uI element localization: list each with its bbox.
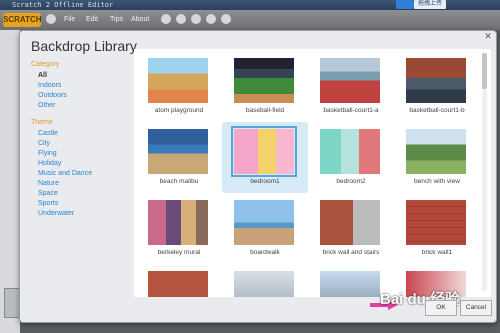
theme-holiday[interactable]: Holiday [38,160,61,167]
backdrop-thumbnail [148,58,208,103]
theme-underwater[interactable]: Underwater [38,210,74,217]
backdrop-tile[interactable]: basketball-court1-a [308,51,394,122]
help-icon[interactable] [221,14,231,24]
backdrop-thumbnail [406,200,466,245]
category-outdoors[interactable]: Outdoors [38,92,67,99]
backdrop-tile[interactable] [136,264,222,297]
backdrop-tile[interactable]: brick wall1 [394,193,480,264]
backdrop-tile[interactable]: bench with view [394,122,480,193]
backdrop-label: baseball-field [245,107,285,114]
backdrop-thumbnail [320,129,380,174]
backdrop-label: basketball-court1-a [323,107,379,114]
ok-button[interactable]: OK [425,300,457,316]
backdrop-tile[interactable]: atom playground [136,51,222,122]
menu-tips[interactable]: Tips [110,13,123,27]
backdrop-label: atom playground [154,107,204,114]
backdrop-label: beach malibu [159,178,199,185]
category-all[interactable]: All [38,72,47,79]
duplicate-icon[interactable] [161,14,171,24]
category-other[interactable]: Other [38,102,56,109]
menu-edit[interactable]: Edit [86,13,98,27]
backdrop-label: bench with view [414,178,460,185]
backdrop-label: basketball-court1-b [409,107,465,114]
category-indoors[interactable]: Indoors [38,82,61,89]
menu-about[interactable]: About [131,13,149,27]
backdrop-thumbnail [320,200,380,245]
backdrop-thumbnail [234,271,294,297]
theme-sports[interactable]: Sports [38,200,58,207]
window-titlebar: Scratch 2 Offline Editor 拖拽上传 [0,0,500,10]
backdrop-label: brick wall and stairs [322,249,380,256]
backdrop-tile[interactable]: brick wall and stairs [308,193,394,264]
close-icon[interactable]: ✕ [483,31,493,41]
backdrop-thumbnail [320,58,380,103]
backdrop-thumbnail [234,58,294,103]
backdrop-thumbnail [231,126,297,177]
shrink-icon[interactable] [206,14,216,24]
backdrop-thumbnail [406,129,466,174]
backdrop-label: berkeley mural [157,249,201,256]
backdrop-tile[interactable] [222,264,308,297]
theme-music-and-dance[interactable]: Music and Dance [38,170,92,177]
backdrop-tile[interactable]: basketball-court1-b [394,51,480,122]
backdrop-tile[interactable]: bedroom2 [308,122,394,193]
backdrop-thumbnail [406,58,466,103]
backdrop-thumbnail [320,271,380,297]
delete-icon[interactable] [176,14,186,24]
backdrop-label: brick wall1 [421,249,453,256]
theme-nature[interactable]: Nature [38,180,59,187]
backdrop-tile-selected[interactable]: bedroom1 [222,122,308,193]
stage-panel [0,30,20,333]
backdrop-label: boardwalk [250,249,280,256]
stage-thumbnail[interactable] [4,288,20,318]
backdrop-label: bedroom1 [250,178,280,185]
backdrop-tile[interactable]: baseball-field [222,51,308,122]
theme-heading: Theme [31,119,53,126]
cancel-button[interactable]: Cancel [460,300,492,316]
dialog-title: Backdrop Library [31,38,137,54]
theme-flying[interactable]: Flying [38,150,57,157]
backdrop-tile[interactable]: berkeley mural [136,193,222,264]
backdrop-thumbnail [234,200,294,245]
backdrop-thumbnail [148,129,208,174]
window-title: Scratch 2 Offline Editor [12,1,114,9]
backdrop-library-dialog: Backdrop Library ✕ Category All Indoors … [19,30,497,323]
theme-castle[interactable]: Castle [38,130,58,137]
menu-file[interactable]: File [64,13,75,27]
upload-button[interactable]: 拖拽上传 [414,0,446,9]
theme-city[interactable]: City [38,140,50,147]
scrollbar-thumb[interactable] [482,53,487,89]
backdrop-thumbnail [148,200,208,245]
backdrop-label: bedroom2 [336,178,366,185]
globe-icon[interactable] [46,14,56,24]
grid-scrollbar[interactable] [482,53,487,291]
backdrop-thumbnail [148,271,208,297]
theme-space[interactable]: Space [38,190,58,197]
grow-icon[interactable] [191,14,201,24]
backdrop-tile[interactable]: beach malibu [136,122,222,193]
category-heading: Category [31,61,60,68]
scratch-logo: SCRATCH [3,13,42,27]
backdrop-grid: atom playground baseball-field basketbal… [134,49,491,297]
cloud-icon[interactable] [396,0,414,9]
backdrop-tile[interactable]: boardwalk [222,193,308,264]
